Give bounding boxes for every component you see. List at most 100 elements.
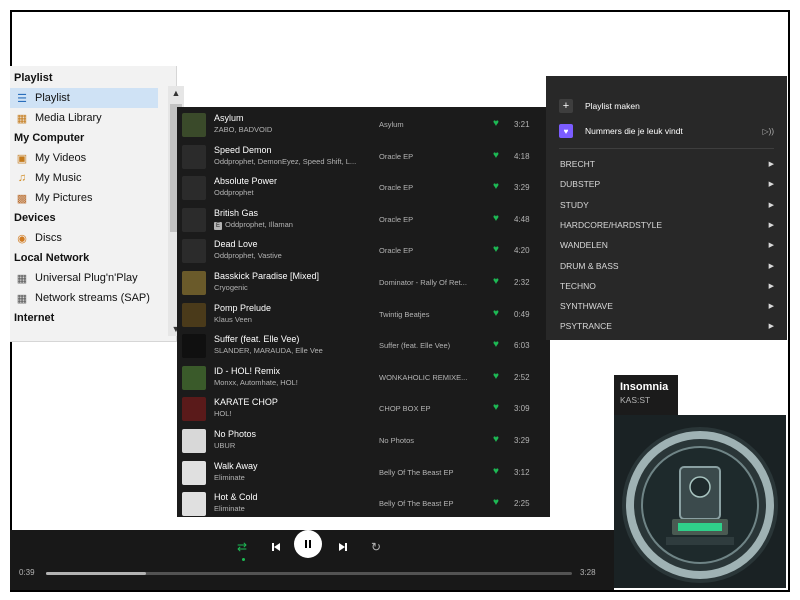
- track-row[interactable]: No Photos UBUR No Photos ♥ 3:29: [177, 425, 550, 456]
- track-row[interactable]: KARATE CHOP HOL! CHOP BOX EP ♥ 3:09: [177, 393, 550, 424]
- playlist-menu-item[interactable]: STUDY ▶: [560, 195, 774, 215]
- playlist-menu-item[interactable]: DUBSTEP ▶: [560, 174, 774, 194]
- track-title[interactable]: Asylum: [214, 113, 244, 123]
- track-album[interactable]: No Photos: [379, 436, 479, 445]
- sidebar-item[interactable]: ♫ My Music: [10, 168, 158, 188]
- playlist-menu-item[interactable]: PSYTRANCE ▶: [560, 316, 774, 336]
- track-title[interactable]: Dead Love: [214, 239, 258, 249]
- playlist-menu-item[interactable]: BRECHT ▶: [560, 154, 774, 174]
- next-icon[interactable]: [335, 535, 351, 559]
- track-duration: 4:48: [514, 214, 530, 224]
- track-row[interactable]: Speed Demon Oddprophet, DemonEyez, Speed …: [177, 141, 550, 172]
- track-artist[interactable]: ZABO, BADVOID: [214, 125, 374, 134]
- track-title[interactable]: Speed Demon: [214, 145, 272, 155]
- track-row[interactable]: Hot & Cold Eliminate Belly Of The Beast EP…: [177, 488, 550, 519]
- track-artist[interactable]: Cryogenic: [214, 283, 374, 292]
- track-artist[interactable]: UBUR: [214, 441, 374, 450]
- track-album[interactable]: Dominator - Rally Of Ret...: [379, 278, 479, 287]
- now-playing-artist[interactable]: KAS:ST: [620, 395, 672, 405]
- track-album[interactable]: Asylum: [379, 120, 479, 129]
- track-row[interactable]: Asylum ZABO, BADVOID Asylum ♥ 3:21: [177, 109, 550, 140]
- album-cover[interactable]: [614, 415, 786, 588]
- liked-heart-icon[interactable]: ♥: [493, 276, 499, 287]
- liked-heart-icon[interactable]: ♥: [493, 150, 499, 161]
- track-artist[interactable]: E Oddprophet, Illaman: [214, 220, 374, 230]
- create-playlist-item[interactable]: + Playlist maken: [559, 96, 774, 116]
- playlist-menu-item[interactable]: HARDCORE/HARDSTYLE ▶: [560, 215, 774, 235]
- progress-bar[interactable]: [46, 572, 572, 575]
- previous-icon[interactable]: [268, 535, 284, 559]
- track-row[interactable]: Dead Love Oddprophet, Vastive Oracle EP ♥ 4:…: [177, 235, 550, 266]
- track-album[interactable]: Oracle EP: [379, 152, 479, 161]
- track-album[interactable]: WONKAHOLIC REMIXE...: [379, 373, 479, 382]
- track-title[interactable]: Absolute Power: [214, 176, 277, 186]
- track-title[interactable]: Pomp Prelude: [214, 303, 271, 313]
- liked-heart-icon[interactable]: ♥: [493, 434, 499, 445]
- track-album[interactable]: Oracle EP: [379, 215, 479, 224]
- playlist-menu-item[interactable]: WANDELEN ▶: [560, 235, 774, 255]
- playlist-menu-item[interactable]: SYNTHWAVE ▶: [560, 296, 774, 316]
- create-playlist-label: Playlist maken: [585, 101, 640, 111]
- sidebar-item[interactable]: ▩ My Pictures: [10, 188, 158, 208]
- track-artist[interactable]: Klaus Veen: [214, 315, 374, 324]
- track-album[interactable]: CHOP BOX EP: [379, 404, 479, 413]
- track-artist[interactable]: Eliminate: [214, 473, 374, 482]
- liked-heart-icon[interactable]: ♥: [493, 244, 499, 255]
- liked-heart-icon[interactable]: ♥: [493, 181, 499, 192]
- liked-heart-icon[interactable]: ♥: [493, 497, 499, 508]
- track-artist[interactable]: HOL!: [214, 409, 374, 418]
- sidebar-item[interactable]: ▣ My Videos: [10, 148, 158, 168]
- track-album[interactable]: Belly Of The Beast EP: [379, 468, 479, 477]
- track-album[interactable]: Oracle EP: [379, 183, 479, 192]
- track-title[interactable]: Hot & Cold: [214, 492, 258, 502]
- sidebar-item[interactable]: ☰ Playlist: [10, 88, 158, 108]
- track-album[interactable]: Belly Of The Beast EP: [379, 499, 479, 508]
- track-artist[interactable]: Oddprophet, Vastive: [214, 251, 374, 260]
- track-album[interactable]: Twintig Beatjes: [379, 310, 479, 319]
- liked-heart-icon[interactable]: ♥: [493, 371, 499, 382]
- liked-heart-icon[interactable]: ♥: [493, 118, 499, 129]
- track-row[interactable]: Suffer (feat. Elle Vee) SLANDER, MARAUDA,…: [177, 330, 550, 361]
- liked-heart-icon[interactable]: ♥: [493, 402, 499, 413]
- track-row[interactable]: ID - HOL! Remix Monxx, Automhate, HOL! WON…: [177, 362, 550, 393]
- track-album[interactable]: Oracle EP: [379, 246, 479, 255]
- film-icon: ▣: [16, 152, 28, 165]
- playlist-menu-label: BRECHT: [560, 159, 595, 169]
- pause-button[interactable]: [294, 530, 322, 558]
- sidebar-item[interactable]: ◉ Discs: [10, 228, 158, 248]
- sidebar-item[interactable]: ▦ Network streams (SAP): [10, 288, 158, 308]
- sidebar-item[interactable]: ▦ Universal Plug'n'Play: [10, 268, 158, 288]
- track-title[interactable]: British Gas: [214, 208, 258, 218]
- track-artist[interactable]: Oddprophet: [214, 188, 374, 197]
- playlist-menu-label: DRUM & BASS: [560, 260, 619, 271]
- track-artist[interactable]: Eliminate: [214, 504, 374, 513]
- track-row[interactable]: Basskick Paradise [Mixed] Cryogenic Domina…: [177, 267, 550, 298]
- track-title[interactable]: KARATE CHOP: [214, 397, 278, 407]
- liked-heart-icon[interactable]: ♥: [493, 339, 499, 350]
- track-row[interactable]: Absolute Power Oddprophet Oracle EP ♥ 3:29: [177, 172, 550, 203]
- playlist-menu-item[interactable]: TECHNO ▶: [560, 276, 774, 296]
- liked-heart-icon[interactable]: ♥: [493, 466, 499, 477]
- track-artist[interactable]: Oddprophet, DemonEyez, Speed Shift, L...: [214, 157, 374, 166]
- track-title[interactable]: Basskick Paradise [Mixed]: [214, 271, 319, 281]
- track-title[interactable]: No Photos: [214, 429, 256, 439]
- track-album[interactable]: Suffer (feat. Elle Vee): [379, 341, 479, 350]
- track-artist[interactable]: SLANDER, MARAUDA, Elle Vee: [214, 346, 374, 355]
- track-title[interactable]: Suffer (feat. Elle Vee): [214, 334, 299, 344]
- track-title[interactable]: Walk Away: [214, 461, 258, 471]
- track-row[interactable]: Walk Away Eliminate Belly Of The Beast EP ♥…: [177, 457, 550, 488]
- liked-songs-item[interactable]: ♥ Nummers die je leuk vindt ▷)): [559, 121, 774, 141]
- track-duration: 6:03: [514, 341, 530, 351]
- scroll-up-icon[interactable]: ▲: [168, 86, 184, 100]
- sidebar-item[interactable]: ▦ Media Library: [10, 108, 158, 128]
- track-row[interactable]: Pomp Prelude Klaus Veen Twintig Beatjes ♥ 0:…: [177, 299, 550, 330]
- track-artist[interactable]: Monxx, Automhate, HOL!: [214, 378, 374, 387]
- playlist-menu-item[interactable]: DRUM & BASS ▶: [560, 256, 774, 276]
- track-row[interactable]: British Gas E Oddprophet, Illaman Oracle EP…: [177, 204, 550, 235]
- track-title[interactable]: ID - HOL! Remix: [214, 366, 280, 376]
- shuffle-icon[interactable]: ⇄: [234, 535, 250, 559]
- liked-heart-icon[interactable]: ♥: [493, 308, 499, 319]
- now-playing-title[interactable]: Insomnia: [620, 381, 672, 393]
- liked-heart-icon[interactable]: ♥: [493, 213, 499, 224]
- repeat-icon[interactable]: ↻: [368, 535, 384, 559]
